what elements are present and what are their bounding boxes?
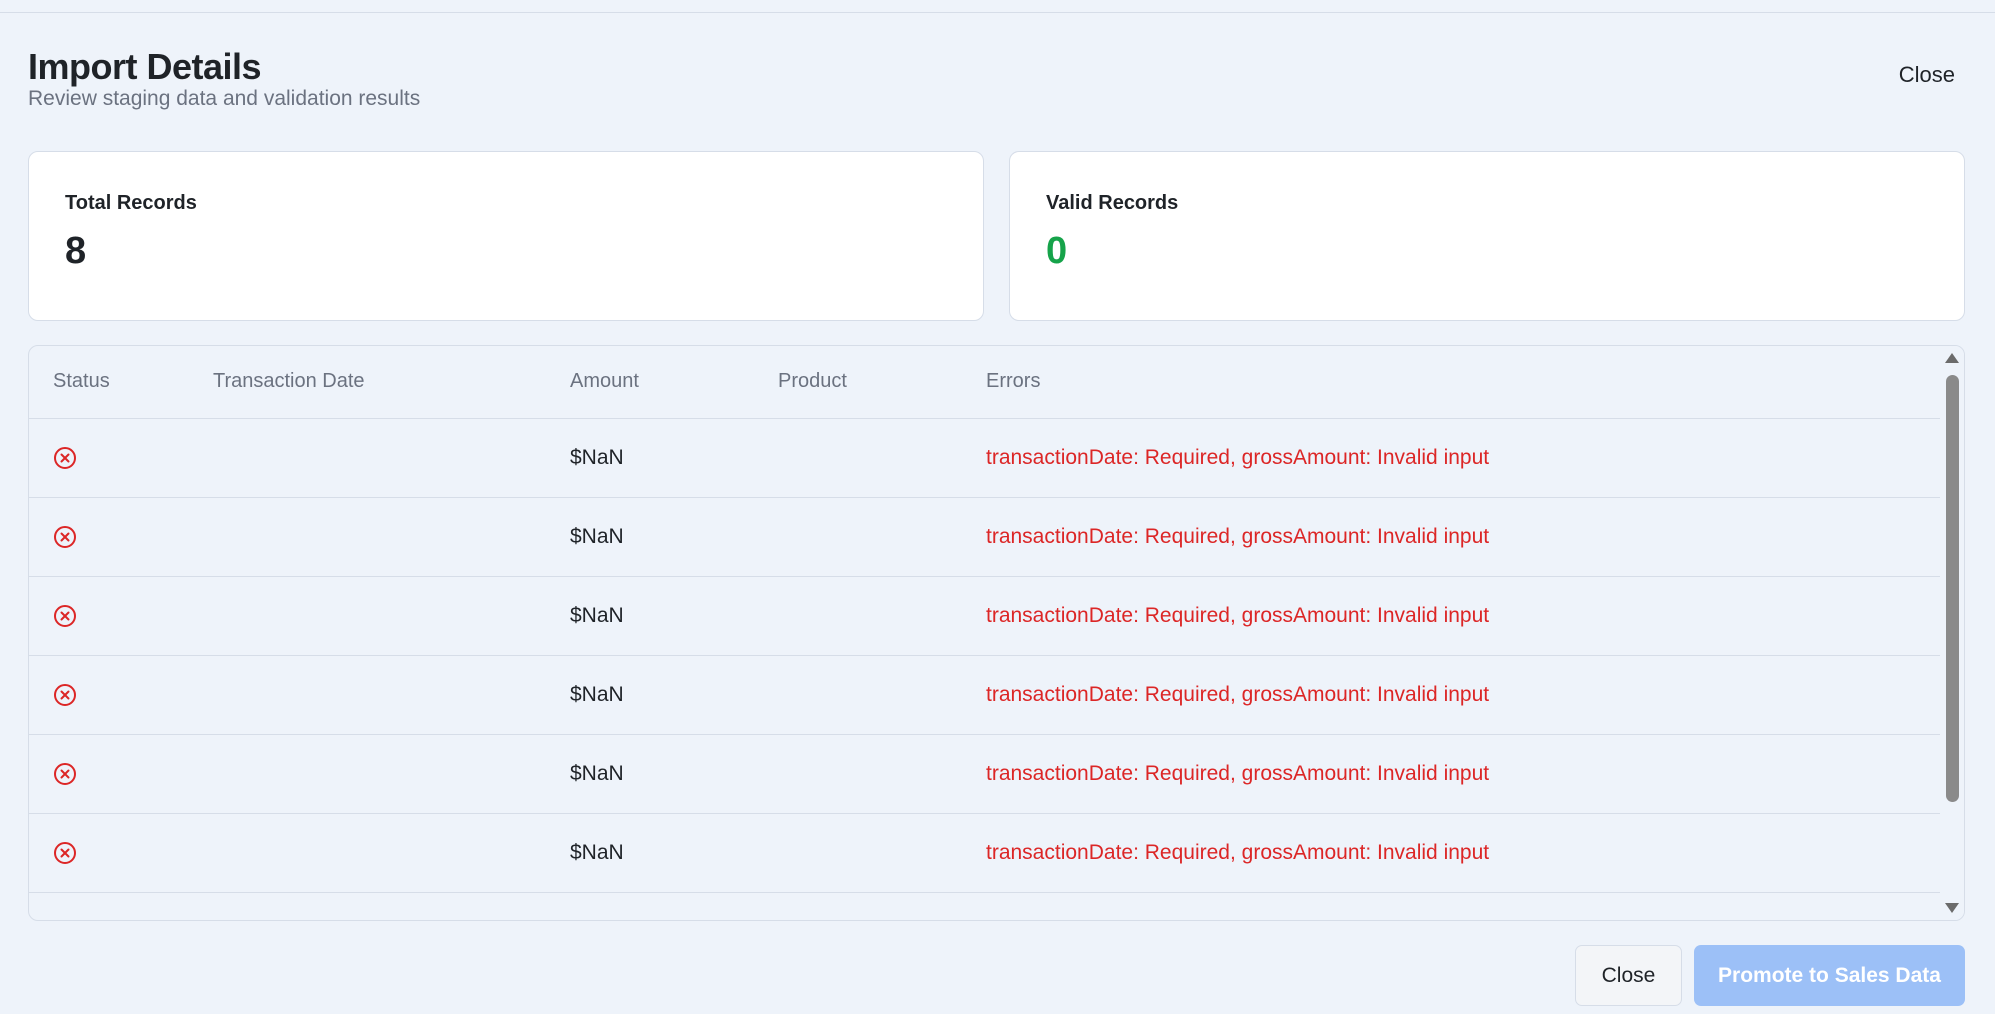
cell-status (29, 734, 213, 814)
cell-empty (986, 892, 1941, 920)
vertical-scrollbar[interactable] (1940, 346, 1964, 920)
footer-close-button[interactable]: Close (1575, 945, 1682, 1006)
table-row: $NaN transactionDate: Required, grossAmou… (29, 655, 1941, 735)
cell-errors: transactionDate: Required, grossAmount: … (986, 497, 1941, 577)
cell-status (29, 576, 213, 656)
cell-amount: $NaN (570, 813, 778, 893)
staging-table-viewport[interactable]: Status Transaction Date Amount Product E… (29, 346, 1941, 920)
x-circle-icon (53, 525, 77, 549)
column-header-product: Product (778, 346, 986, 419)
table-row: $NaN transactionDate: Required, grossAmou… (29, 576, 1941, 656)
cell-errors: transactionDate: Required, grossAmount: … (986, 418, 1941, 498)
total-records-label: Total Records (65, 192, 197, 214)
cell-amount: $NaN (570, 734, 778, 814)
cell-errors: transactionDate: Required, grossAmount: … (986, 734, 1941, 814)
cell-product (778, 655, 986, 735)
column-header-errors: Errors (986, 346, 1941, 419)
cell-product (778, 576, 986, 656)
total-records-card: Total Records 8 (28, 151, 984, 321)
cell-transaction-date (213, 418, 570, 498)
column-header-amount: Amount (570, 346, 778, 419)
x-circle-icon (53, 683, 77, 707)
cell-transaction-date (213, 813, 570, 893)
x-circle-icon (53, 841, 77, 865)
x-circle-icon (53, 604, 77, 628)
cell-status (29, 655, 213, 735)
column-header-status: Status (29, 346, 213, 419)
promote-to-sales-data-button[interactable]: Promote to Sales Data (1694, 945, 1965, 1006)
staging-table: Status Transaction Date Amount Product E… (29, 346, 1941, 920)
stats-row: Total Records 8 Valid Records 0 (28, 151, 1965, 321)
staging-table-container: Status Transaction Date Amount Product E… (28, 345, 1965, 921)
scroll-up-arrow-icon[interactable] (1945, 353, 1959, 363)
x-circle-icon (53, 762, 77, 786)
total-records-value: 8 (65, 230, 87, 272)
cell-product (778, 497, 986, 577)
cell-transaction-date (213, 655, 570, 735)
table-header-row: Status Transaction Date Amount Product E… (29, 346, 1941, 419)
cell-amount: $NaN (570, 418, 778, 498)
cell-status (29, 813, 213, 893)
cell-amount: $NaN (570, 576, 778, 656)
cell-empty (778, 892, 986, 920)
cell-amount: $NaN (570, 497, 778, 577)
cell-amount: $NaN (570, 655, 778, 735)
cell-empty (570, 892, 778, 920)
cell-empty (29, 892, 213, 920)
table-row: $NaN transactionDate: Required, grossAmou… (29, 497, 1941, 577)
table-row: $NaN transactionDate: Required, grossAmou… (29, 734, 1941, 814)
table-row-partial (29, 892, 1941, 920)
cell-product (778, 418, 986, 498)
top-divider (0, 0, 1995, 13)
x-circle-icon (53, 446, 77, 470)
scroll-down-arrow-icon[interactable] (1945, 903, 1959, 913)
scrollbar-thumb[interactable] (1946, 375, 1959, 802)
cell-status (29, 418, 213, 498)
cell-errors: transactionDate: Required, grossAmount: … (986, 655, 1941, 735)
cell-errors: transactionDate: Required, grossAmount: … (986, 813, 1941, 893)
page-subtitle: Review staging data and validation resul… (28, 87, 421, 110)
dialog-footer: Close Promote to Sales Data (1575, 945, 1965, 1006)
cell-empty (213, 892, 570, 920)
cell-transaction-date (213, 734, 570, 814)
valid-records-card: Valid Records 0 (1009, 151, 1965, 321)
table-body: $NaN transactionDate: Required, grossAmou… (29, 418, 1941, 920)
page-title: Import Details (28, 46, 262, 87)
cell-transaction-date (213, 576, 570, 656)
column-header-transaction-date: Transaction Date (213, 346, 570, 419)
cell-product (778, 813, 986, 893)
table-row: $NaN transactionDate: Required, grossAmou… (29, 813, 1941, 893)
valid-records-label: Valid Records (1046, 192, 1179, 214)
table-row: $NaN transactionDate: Required, grossAmou… (29, 418, 1941, 498)
dialog-header: Import Details Review staging data and v… (28, 44, 420, 112)
cell-product (778, 734, 986, 814)
cell-status (29, 497, 213, 577)
cell-errors: transactionDate: Required, grossAmount: … (986, 576, 1941, 656)
valid-records-value: 0 (1046, 230, 1068, 272)
header-close-button[interactable]: Close (1889, 56, 1965, 94)
cell-transaction-date (213, 497, 570, 577)
